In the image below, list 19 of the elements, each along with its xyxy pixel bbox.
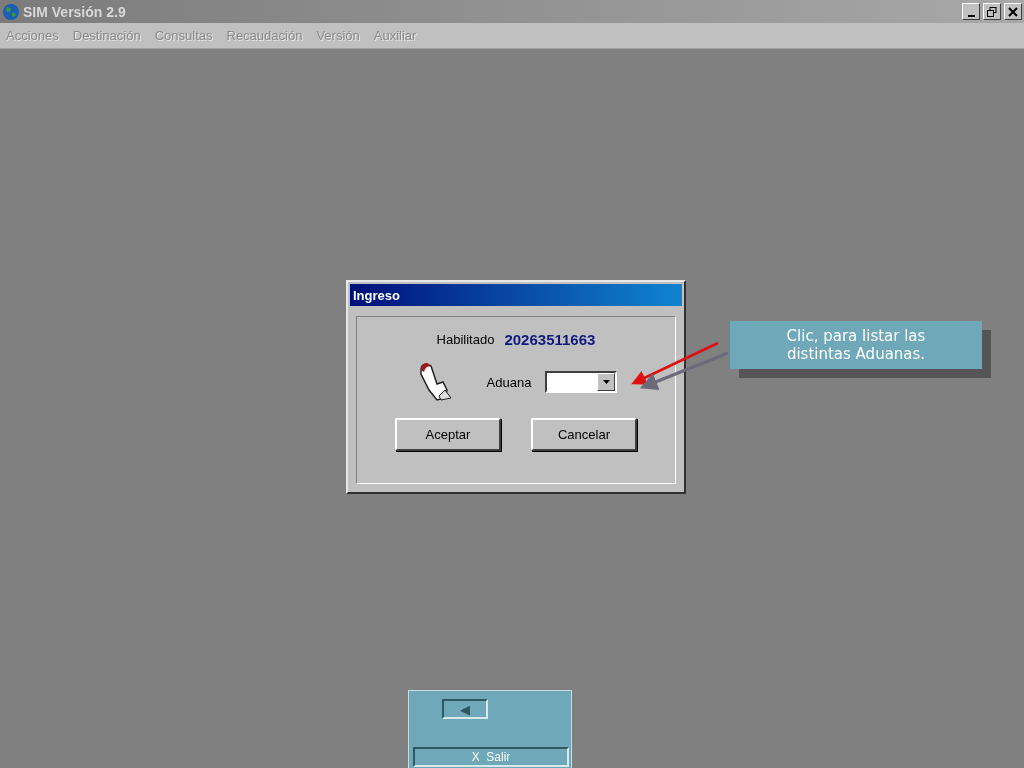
close-button[interactable] (1004, 3, 1022, 20)
accept-button[interactable]: Aceptar (395, 418, 501, 451)
minimize-icon (967, 14, 975, 17)
aduana-dropdown[interactable] (545, 371, 618, 393)
dropdown-button[interactable] (597, 373, 616, 391)
restore-icon (987, 6, 997, 17)
field-label: Habilitado (436, 332, 495, 347)
caret-icon (602, 380, 610, 384)
back-button[interactable]: ◀ (442, 699, 488, 719)
exit-button[interactable]: X Salir (413, 747, 569, 767)
dialog-title: Ingreso (350, 284, 682, 306)
minimize-button[interactable] (962, 3, 980, 20)
globe-icon (2, 2, 20, 21)
user-id: 20263511663 (504, 331, 596, 348)
window-title: SIM Versión 2.9 (23, 3, 127, 20)
cancel-button[interactable]: Cancelar (531, 418, 637, 451)
close-icon (1008, 6, 1018, 17)
field-label: Aduana (486, 374, 532, 390)
restore-button[interactable] (983, 3, 1001, 20)
